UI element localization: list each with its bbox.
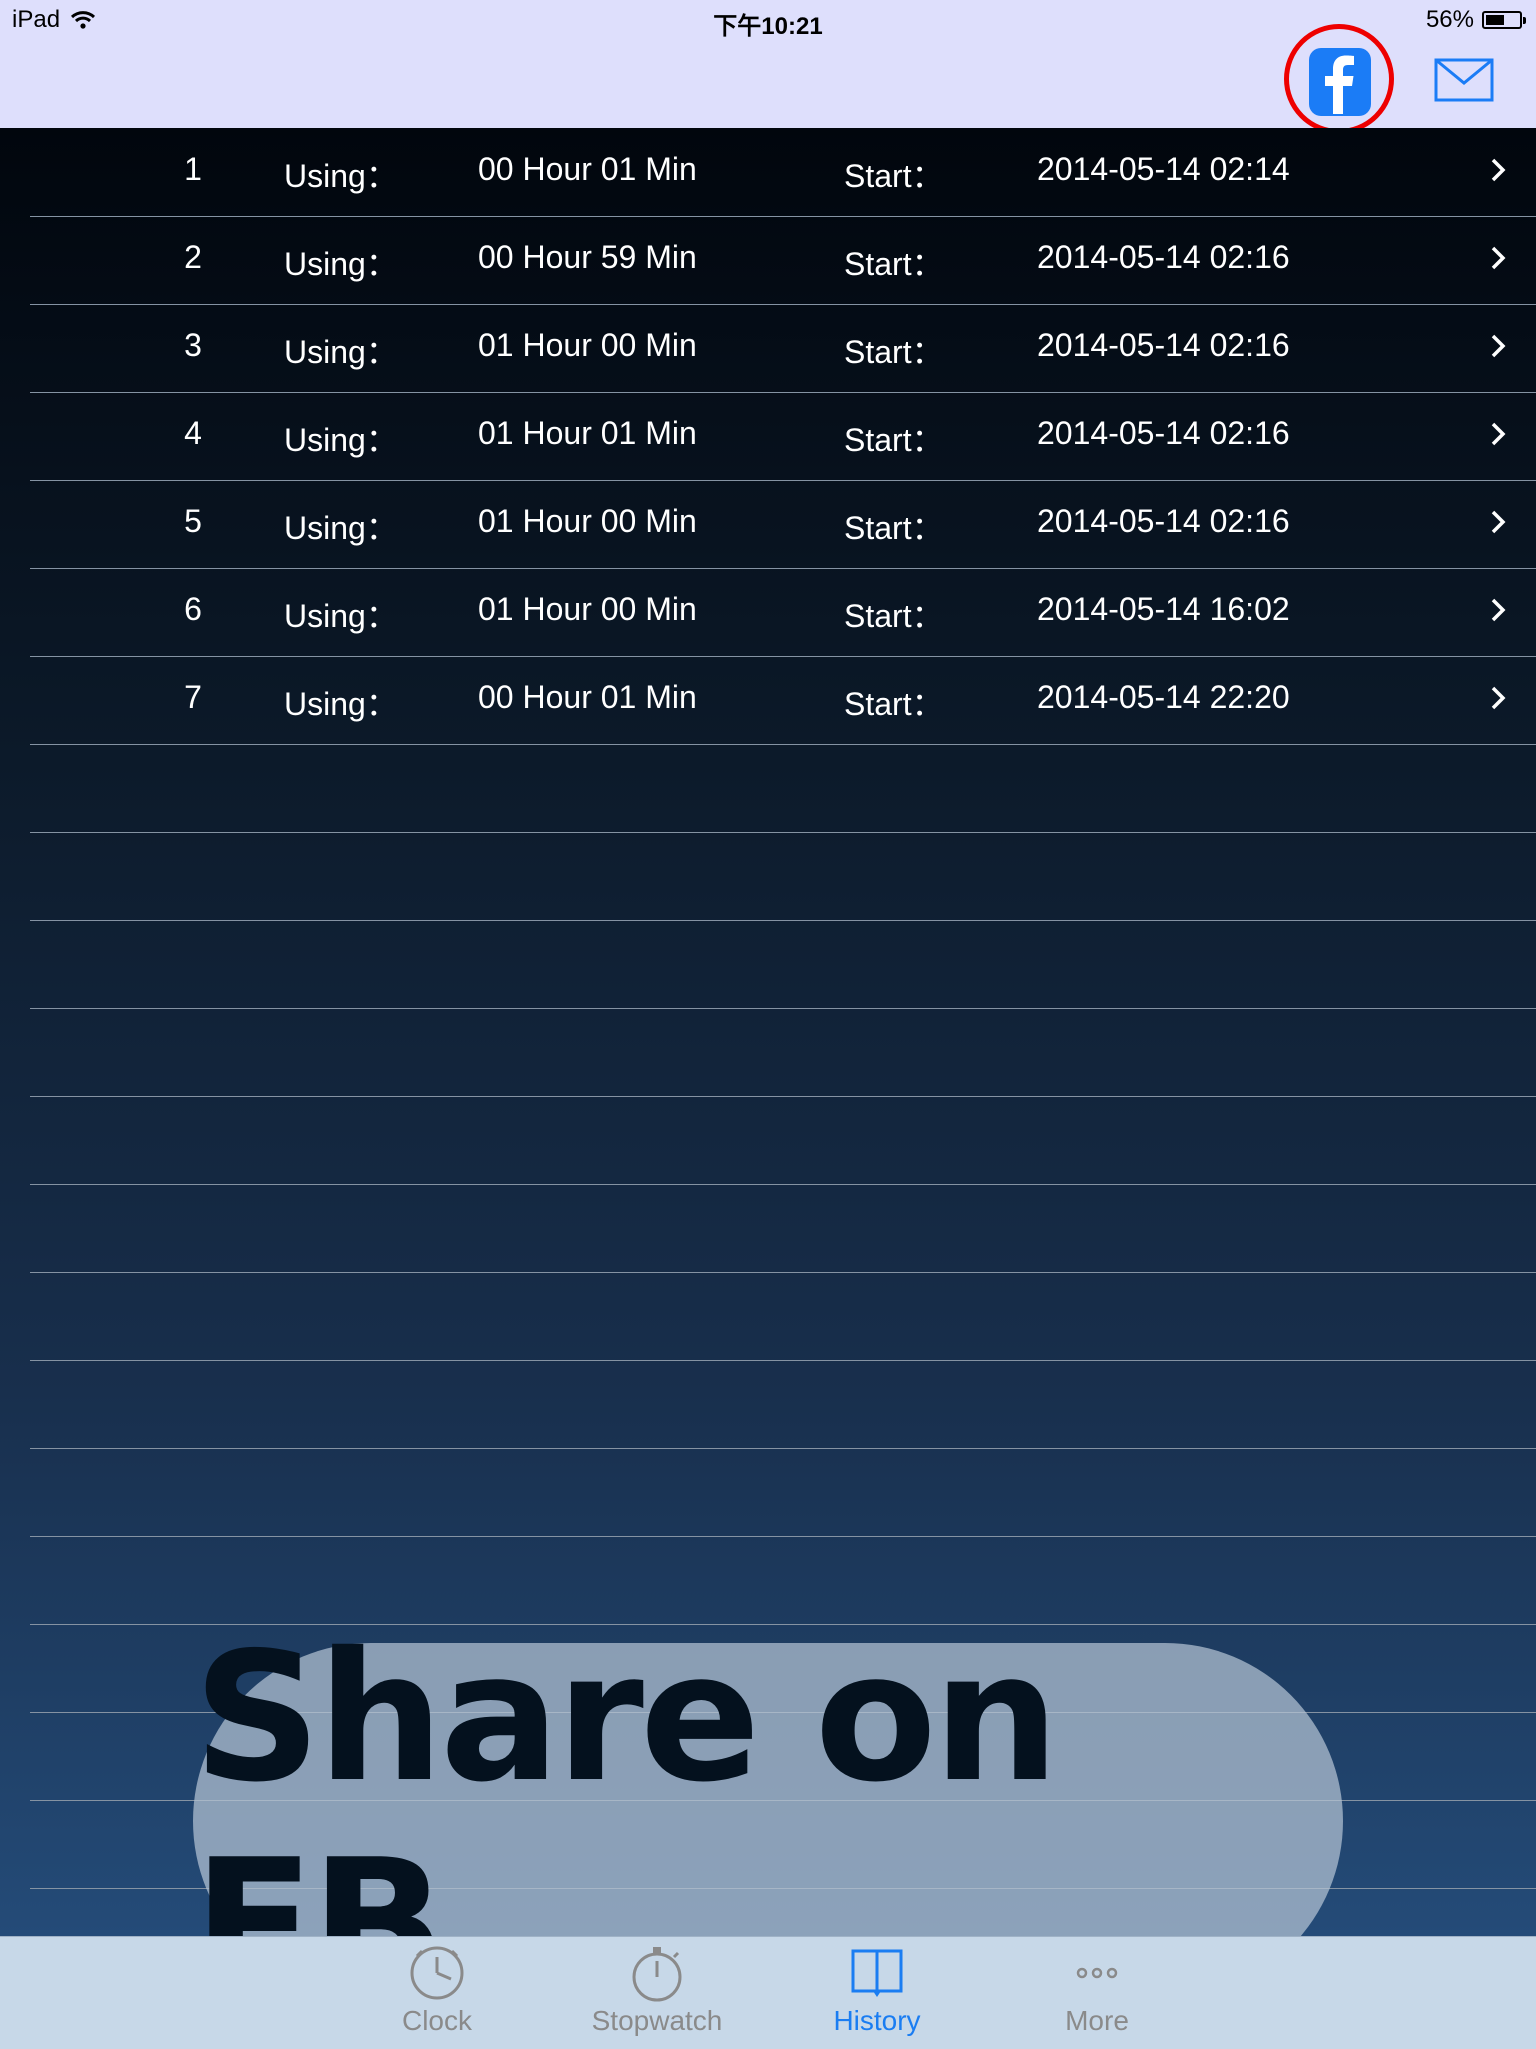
- row-separator: [30, 1272, 1536, 1273]
- start-label: Start：: [844, 598, 944, 634]
- row-separator: [30, 744, 1536, 745]
- using-label: Using：: [284, 598, 398, 634]
- start-datetime: 2014-05-14 02:16: [1037, 327, 1290, 363]
- status-right: 56%: [1425, 6, 1526, 34]
- using-label: Using：: [284, 334, 398, 370]
- battery-icon: [1482, 11, 1526, 29]
- row-separator: [30, 1536, 1536, 1537]
- row-index: 7: [184, 679, 202, 715]
- history-list: 1 Using： 00 Hour 01 Min Start： 2014-05-14 02…: [0, 128, 1536, 1936]
- mail-share-button[interactable]: [1434, 58, 1494, 102]
- stopwatch-icon: [632, 1947, 682, 2002]
- duration-value: 00 Hour 01 Min: [478, 151, 697, 187]
- chevron-right-icon: [1491, 334, 1506, 358]
- tab-history-label: History: [833, 2005, 921, 2036]
- tab-history[interactable]: History: [787, 1943, 967, 2047]
- chevron-right-icon: [1491, 686, 1506, 710]
- tab-stopwatch[interactable]: Stopwatch: [567, 1943, 747, 2047]
- chevron-right-icon: [1491, 510, 1506, 534]
- start-label: Start：: [844, 158, 944, 194]
- tab-bar: Clock Stopwatch History More: [0, 1936, 1536, 2049]
- start-datetime: 2014-05-14 16:02: [1037, 591, 1290, 627]
- share-on-fb-overlay[interactable]: Share on FB: [193, 1614, 1343, 1936]
- start-datetime: 2014-05-14 02:14: [1037, 151, 1290, 187]
- start-datetime: 2014-05-14 02:16: [1037, 503, 1290, 539]
- using-label: Using：: [284, 158, 398, 194]
- chevron-right-icon: [1491, 422, 1506, 446]
- row-index: 1: [184, 151, 202, 187]
- row-index: 2: [184, 239, 202, 275]
- history-row[interactable]: 2 Using： 00 Hour 59 Min Start： 2014-05-14 02…: [0, 216, 1536, 304]
- battery-percent: 56%: [1425, 6, 1474, 33]
- more-icon: [1076, 1967, 1118, 1979]
- duration-value: 00 Hour 01 Min: [478, 679, 697, 715]
- start-label: Start：: [844, 246, 944, 282]
- history-row[interactable]: 6 Using： 01 Hour 00 Min Start： 2014-05-14 16…: [0, 568, 1536, 656]
- start-label: Start：: [844, 334, 944, 370]
- tab-clock-label: Clock: [401, 2005, 472, 2036]
- row-separator: [30, 1008, 1536, 1009]
- start-label: Start：: [844, 686, 944, 722]
- start-label: Start：: [844, 422, 944, 458]
- facebook-icon: [1325, 55, 1354, 114]
- chevron-right-icon: [1491, 158, 1506, 182]
- row-index: 3: [184, 327, 202, 363]
- tab-more[interactable]: More: [1007, 1943, 1187, 2047]
- mail-icon: [1434, 58, 1494, 102]
- history-row[interactable]: 1 Using： 00 Hour 01 Min Start： 2014-05-14 02…: [0, 128, 1536, 216]
- clock-icon: [410, 1946, 464, 2000]
- using-label: Using：: [284, 246, 398, 282]
- book-icon: [851, 1949, 903, 1997]
- row-separator: [30, 1360, 1536, 1361]
- row-index: 4: [184, 415, 202, 451]
- tab-more-label: More: [1065, 2005, 1129, 2036]
- duration-value: 01 Hour 00 Min: [478, 503, 697, 539]
- duration-value: 01 Hour 00 Min: [478, 327, 697, 363]
- start-datetime: 2014-05-14 22:20: [1037, 679, 1290, 715]
- facebook-share-button[interactable]: [1309, 48, 1371, 116]
- chevron-right-icon: [1491, 598, 1506, 622]
- tab-stopwatch-label: Stopwatch: [591, 2005, 723, 2036]
- row-index: 5: [184, 503, 202, 539]
- tab-clock[interactable]: Clock: [347, 1943, 527, 2047]
- history-row[interactable]: 5 Using： 01 Hour 00 Min Start： 2014-05-14 02…: [0, 480, 1536, 568]
- battery-fill: [1486, 15, 1504, 25]
- using-label: Using：: [284, 686, 398, 722]
- share-on-fb-text: Share on FB: [193, 1614, 1060, 1936]
- history-row[interactable]: 7 Using： 00 Hour 01 Min Start： 2014-05-14 22…: [0, 656, 1536, 744]
- row-index: 6: [184, 591, 202, 627]
- nav-bar: [0, 24, 1536, 134]
- row-separator: [30, 832, 1536, 833]
- row-separator: [30, 1448, 1536, 1449]
- start-label: Start：: [844, 510, 944, 546]
- using-label: Using：: [284, 422, 398, 458]
- start-datetime: 2014-05-14 02:16: [1037, 239, 1290, 275]
- duration-value: 01 Hour 00 Min: [478, 591, 697, 627]
- history-row[interactable]: 4 Using： 01 Hour 01 Min Start： 2014-05-14 02…: [0, 392, 1536, 480]
- start-datetime: 2014-05-14 02:16: [1037, 415, 1290, 451]
- history-row[interactable]: 3 Using： 01 Hour 00 Min Start： 2014-05-14 02…: [0, 304, 1536, 392]
- chevron-right-icon: [1491, 246, 1506, 270]
- row-separator: [30, 1096, 1536, 1097]
- duration-value: 00 Hour 59 Min: [478, 239, 697, 275]
- row-separator: [30, 920, 1536, 921]
- using-label: Using：: [284, 510, 398, 546]
- duration-value: 01 Hour 01 Min: [478, 415, 697, 451]
- row-separator: [30, 1184, 1536, 1185]
